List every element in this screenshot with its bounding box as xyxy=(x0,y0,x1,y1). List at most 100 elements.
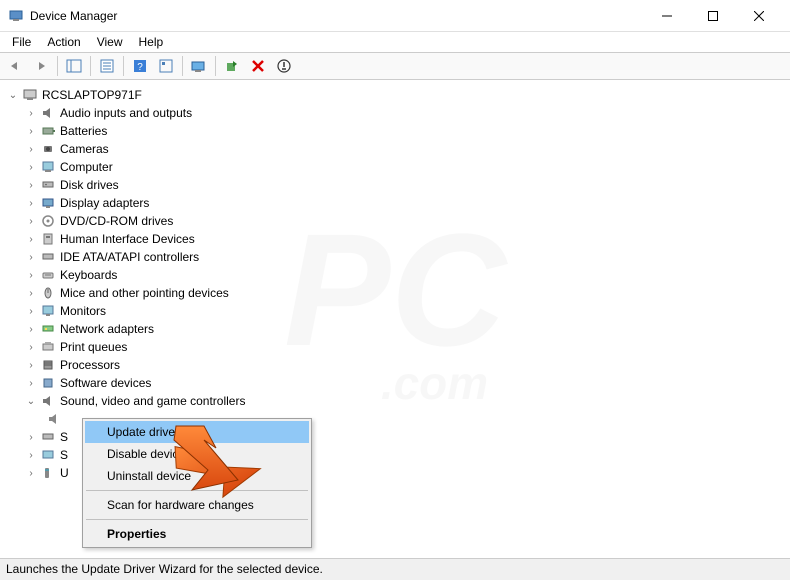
help-button[interactable]: ? xyxy=(128,54,152,78)
tree-item-label: Mice and other pointing devices xyxy=(60,286,229,300)
expander-icon[interactable]: › xyxy=(24,322,38,336)
expander-icon[interactable]: › xyxy=(24,448,38,462)
expander-icon[interactable]: › xyxy=(24,286,38,300)
context-disable-device[interactable]: Disable device xyxy=(85,443,309,465)
tree-item[interactable]: ›Keyboards xyxy=(0,266,790,284)
toolbar-separator xyxy=(57,56,58,76)
tree-item-label: Computer xyxy=(60,160,113,174)
expander-icon[interactable]: › xyxy=(24,340,38,354)
tree-item[interactable]: ›Network adapters xyxy=(0,320,790,338)
tree-item-label: IDE ATA/ATAPI controllers xyxy=(60,250,199,264)
expander-icon[interactable]: › xyxy=(24,106,38,120)
tree-item[interactable]: › Human Interface Devices xyxy=(0,230,790,248)
tree-item[interactable]: › Audio inputs and outputs xyxy=(0,104,790,122)
status-text: Launches the Update Driver Wizard for th… xyxy=(6,562,323,576)
expander-icon[interactable]: › xyxy=(24,466,38,480)
category-icon xyxy=(40,231,56,247)
maximize-button[interactable] xyxy=(690,1,736,31)
app-icon xyxy=(8,8,24,24)
tree-item-label: Sound, video and game controllers xyxy=(60,394,245,408)
properties-button[interactable] xyxy=(95,54,119,78)
tree-item[interactable]: › Computer xyxy=(0,158,790,176)
expander-icon[interactable]: › xyxy=(24,376,38,390)
scan-hardware-button[interactable] xyxy=(187,54,211,78)
context-properties[interactable]: Properties xyxy=(85,523,309,545)
toolbar-separator xyxy=(123,56,124,76)
category-icon xyxy=(40,141,56,157)
uninstall-device-button[interactable] xyxy=(246,54,270,78)
tree-item-label: Monitors xyxy=(60,304,106,318)
category-icon xyxy=(40,303,56,319)
nav-back-button[interactable] xyxy=(3,54,27,78)
tree-item[interactable]: ›Software devices xyxy=(0,374,790,392)
tree-item[interactable]: › IDE ATA/ATAPI controllers xyxy=(0,248,790,266)
show-hide-console-tree-button[interactable] xyxy=(62,54,86,78)
category-icon xyxy=(40,375,56,391)
tree-item[interactable]: › Disk drives xyxy=(0,176,790,194)
category-icon xyxy=(40,321,56,337)
category-icon xyxy=(40,267,56,283)
menu-help[interactable]: Help xyxy=(131,33,172,51)
category-icon xyxy=(40,339,56,355)
expander-icon[interactable]: › xyxy=(24,358,38,372)
tree-item-label: Cameras xyxy=(60,142,109,156)
context-scan-hardware[interactable]: Scan for hardware changes xyxy=(85,494,309,516)
tree-root[interactable]: ⌄ RCSLAPTOP971F xyxy=(0,86,790,104)
tree-item-label: Batteries xyxy=(60,124,107,138)
tree-item[interactable]: › Mice and other pointing devices xyxy=(0,284,790,302)
tree-item[interactable]: › Monitors xyxy=(0,302,790,320)
expander-icon[interactable]: ⌄ xyxy=(24,394,38,408)
expander-icon[interactable]: › xyxy=(24,178,38,192)
menu-view[interactable]: View xyxy=(89,33,131,51)
tree-item-label: U xyxy=(60,466,69,480)
expander-icon[interactable]: › xyxy=(24,232,38,246)
tree-root-label: RCSLAPTOP971F xyxy=(42,88,142,102)
window-controls xyxy=(644,1,782,31)
tree-item[interactable]: › Cameras xyxy=(0,140,790,158)
speaker-icon xyxy=(46,411,62,427)
tree-item[interactable]: › Processors xyxy=(0,356,790,374)
tree-item[interactable]: › Batteries xyxy=(0,122,790,140)
computer-icon xyxy=(22,87,38,103)
tree-item[interactable]: ›DVD/CD-ROM drives xyxy=(0,212,790,230)
expander-icon[interactable]: › xyxy=(24,142,38,156)
tree-item-label: Audio inputs and outputs xyxy=(60,106,192,120)
category-icon xyxy=(40,159,56,175)
expander-icon[interactable]: › xyxy=(24,430,38,444)
expander-icon[interactable]: › xyxy=(24,196,38,210)
context-separator xyxy=(86,490,308,491)
expander-icon[interactable]: › xyxy=(24,160,38,174)
context-update-driver[interactable]: Update driver xyxy=(85,421,309,443)
context-uninstall-device[interactable]: Uninstall device xyxy=(85,465,309,487)
toolbar-separator xyxy=(182,56,183,76)
category-icon xyxy=(40,195,56,211)
expander-icon[interactable]: › xyxy=(24,268,38,282)
tree-item-label: Human Interface Devices xyxy=(60,232,195,246)
context-separator xyxy=(86,519,308,520)
action-button[interactable] xyxy=(154,54,178,78)
tree-item-label xyxy=(66,412,69,426)
expander-icon[interactable]: ⌄ xyxy=(6,88,20,102)
context-menu: Update driver Disable device Uninstall d… xyxy=(82,418,312,548)
expander-icon[interactable]: › xyxy=(24,214,38,228)
menu-action[interactable]: Action xyxy=(39,33,88,51)
disable-device-button[interactable] xyxy=(272,54,296,78)
category-icon xyxy=(40,447,56,463)
tree-item[interactable]: ›Display adapters xyxy=(0,194,790,212)
minimize-button[interactable] xyxy=(644,1,690,31)
menu-file[interactable]: File xyxy=(4,33,39,51)
tree-item-label: Processors xyxy=(60,358,120,372)
tree-item[interactable]: ›Print queues xyxy=(0,338,790,356)
expander-icon[interactable]: › xyxy=(24,250,38,264)
tree-item[interactable]: ⌄ Sound, video and game controllers xyxy=(0,392,790,410)
tree-item-label: Disk drives xyxy=(60,178,119,192)
category-icon xyxy=(40,357,56,373)
menu-bar: File Action View Help xyxy=(0,32,790,52)
tree-item-label: S xyxy=(60,430,68,444)
nav-forward-button[interactable] xyxy=(29,54,53,78)
expander-icon[interactable]: › xyxy=(24,304,38,318)
expander-icon[interactable]: › xyxy=(24,124,38,138)
category-icon xyxy=(40,429,56,445)
update-driver-button[interactable] xyxy=(220,54,244,78)
close-button[interactable] xyxy=(736,1,782,31)
